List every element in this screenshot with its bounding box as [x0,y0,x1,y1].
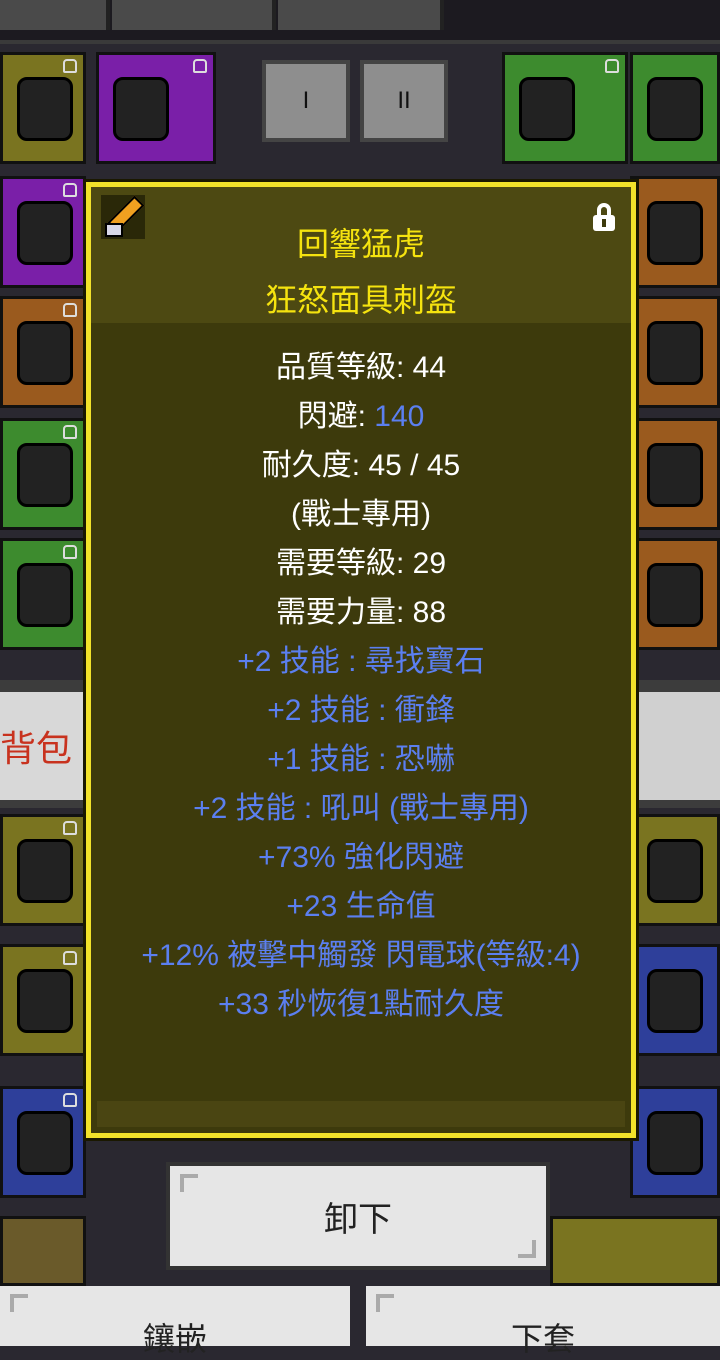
glove-item-icon [17,321,73,385]
ring-item-icon [647,201,703,265]
class-restriction: (戰士專用) [291,498,431,531]
affix-line: +2 技能 : 吼叫 (戰士專用) [193,792,529,825]
backpack-tab[interactable]: 背包 ( [0,692,88,800]
quality-level-label: 品質等級: [275,351,413,384]
weapon-item-icon [113,77,169,141]
weapon-item-icon [17,1111,73,1175]
top-tab-segment[interactable] [0,0,110,30]
affix-line: +23 生命值 [286,890,436,923]
inventory-slot[interactable] [630,1086,720,1198]
required-strength-line: 需要力量: 88 [91,588,631,637]
dodge-line: 閃避: 140 [91,392,631,441]
affix-line: +33 秒恢復1點耐久度 [218,988,504,1021]
top-tab-segment[interactable] [112,0,276,30]
corner-decoration [10,1294,28,1312]
item-stats: 品質等級: 44 閃避: 140 耐久度: 45 / 45 (戰士專用) 需要等… [91,343,631,1029]
item-name-prefix: 回響猛虎 [296,226,425,262]
item-tooltip: 回響猛虎 狂怒面具刺盔 品質等級: 44 閃避: 140 耐久度: 45 / 4… [86,182,636,1138]
required-level-line: 需要等級: 29 [91,539,631,588]
inventory-slot[interactable] [0,418,86,530]
dodge-value: 140 [374,400,425,433]
affix-line: +12% 被擊中觸發 閃電球(等級:4) [141,939,581,972]
inventory-slot[interactable] [0,538,86,650]
top-tab-segment[interactable] [278,0,444,30]
axe-item-icon [647,969,703,1033]
next-set-button-label: 下套 [510,1321,575,1357]
affix-line: +73% 強化閃避 [258,841,464,874]
next-set-button[interactable]: 下套 [366,1286,720,1357]
shield-item-icon [647,839,703,903]
corner-decoration [376,1294,394,1312]
required-strength-value: 88 [412,596,447,629]
lock-icon [63,951,77,965]
lock-icon [63,545,77,559]
lock-icon [63,821,77,835]
amulet-item-icon [647,77,703,141]
affix-line: +2 技能 : 尋找寶石 [237,645,485,678]
amulet-item-icon [519,77,575,141]
belt-item-icon [17,563,73,627]
glove-item-icon [17,969,73,1033]
inventory-slot[interactable] [630,538,720,650]
required-level-value: 29 [412,547,447,580]
tab-page-1-label: I [302,87,310,114]
inventory-slot[interactable] [0,296,86,408]
ring-item-icon [647,321,703,385]
item-name-base: 狂怒面具刺盔 [264,282,457,318]
inventory-slot[interactable] [0,176,86,288]
inventory-slot[interactable] [0,944,86,1056]
unequip-button-label: 卸下 [324,1200,392,1239]
lock-icon [193,59,207,73]
required-level-label: 需要等級: [275,547,413,580]
charm-item-icon [647,443,703,507]
inventory-slot[interactable] [550,1216,720,1286]
inventory-slot[interactable] [630,418,720,530]
socket-button[interactable]: 鑲嵌 [0,1286,350,1357]
durability-value: 45 / 45 [368,449,461,482]
socket-button-label: 鑲嵌 [142,1321,207,1357]
lock-icon [63,59,77,73]
inventory-slot[interactable] [630,52,720,164]
inventory-slot[interactable] [630,814,720,926]
side-tab[interactable] [636,692,720,800]
armor-item-icon [17,77,73,141]
inventory-slot[interactable] [630,296,720,408]
lock-icon [605,59,619,73]
required-strength-label: 需要力量: [275,596,413,629]
dodge-label: 閃避: [297,400,375,433]
inventory-slot[interactable] [0,814,86,926]
boots-item-icon [17,443,73,507]
scroll-item-icon [17,839,73,903]
inventory-slot[interactable] [630,176,720,288]
inventory-slot[interactable] [0,52,86,164]
inventory-slot[interactable] [96,52,216,164]
affix-line: +2 技能 : 衝鋒 [267,694,455,727]
inventory-slot[interactable] [630,944,720,1056]
tab-page-1[interactable]: I [262,60,350,142]
lock-icon [63,303,77,317]
corner-decoration [518,1240,536,1258]
inventory-slot[interactable] [0,1086,86,1198]
durability-label: 耐久度: [261,449,369,482]
helm-item-icon [647,563,703,627]
tab-page-2[interactable]: II [360,60,448,142]
inventory-slot[interactable] [502,52,628,164]
helm-item-icon [647,1111,703,1175]
quality-level-value: 44 [412,351,447,384]
unequip-button[interactable]: 卸下 [166,1162,550,1270]
armor-item-icon [17,201,73,265]
top-tab-strip [0,0,720,44]
quality-level-line: 品質等級: 44 [91,343,631,392]
lock-icon [63,183,77,197]
durability-line: 耐久度: 45 / 45 [91,441,631,490]
lock-icon [63,1093,77,1107]
corner-decoration [180,1174,198,1192]
tab-page-2-label: II [397,87,411,114]
backpack-tab-label: 背包 ( [0,728,88,769]
affix-line: +1 技能 : 恐嚇 [267,743,455,776]
inventory-slot[interactable] [0,1216,86,1286]
lock-icon [63,425,77,439]
